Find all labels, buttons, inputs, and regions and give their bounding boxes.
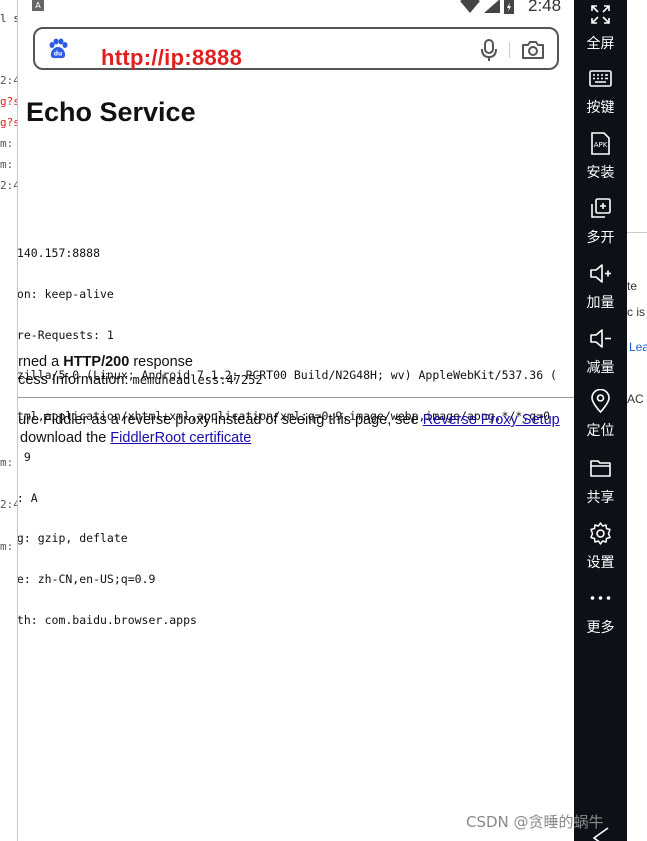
toolbar-label: 多开 (586, 230, 615, 246)
header-line: : 9 (23, 449, 31, 464)
divider (18, 397, 574, 398)
background-text: c is (627, 305, 645, 319)
status-time: 2:48 (528, 0, 562, 15)
watermark: CSDN @贪睡的蜗牛 (466, 813, 604, 831)
toolbar-more-button[interactable]: 更多 (574, 586, 627, 646)
toolbar-label: 更多 (586, 620, 615, 636)
svg-text:APK: APK (594, 141, 608, 149)
status-icons (460, 0, 514, 14)
toolbar-label: 全屏 (586, 36, 615, 52)
toolbar-fullscreen-button[interactable]: 全屏 (574, 2, 627, 62)
page-title: Echo Service (26, 97, 196, 127)
status-bar: A 2:48 (18, 0, 574, 18)
toolbar-label: 共享 (586, 490, 615, 506)
url-text[interactable]: http://ip:8888 (101, 45, 242, 71)
background-text: te (627, 279, 638, 293)
log-fragment: l s (0, 12, 18, 25)
phone-screen: A 2:48 du http://ip:8888 Echo Service .1… (18, 0, 574, 841)
apk-icon: APK (591, 132, 610, 155)
log-fragment: m: (0, 137, 14, 150)
header-line: 1 (18, 206, 557, 220)
header-line: ge: zh-CN,en-US;q=0.9 (18, 572, 156, 587)
background-right-window: te c is Lea AC (627, 0, 647, 841)
header-line: ith: com.baidu.browser.apps (18, 613, 197, 627)
signal-icon (484, 0, 500, 13)
toolbar-label: 安装 (586, 165, 615, 181)
fullscreen-icon (591, 5, 610, 24)
background-text: Lea (629, 340, 647, 354)
log-fragment: m: (0, 158, 14, 171)
svg-text:du: du (54, 51, 63, 58)
reverse-proxy-setup-link[interactable]: Reverse Proxy Setup (423, 412, 560, 428)
reverse-proxy-text: gure Fiddler as a reverse proxy instead … (18, 412, 423, 428)
toolbar-label: 按键 (586, 100, 615, 116)
keyboard-icon (589, 70, 612, 87)
process-label: ocess Information: (18, 372, 133, 388)
header-line: e: A (18, 490, 38, 505)
toolbar-label: 设置 (586, 555, 615, 571)
header-line: ion: keep-alive (18, 286, 114, 301)
wifi-icon (460, 0, 480, 13)
toolbar-location-button[interactable]: 定位 (574, 389, 627, 449)
address-bar-divider (509, 42, 510, 58)
location-icon (591, 389, 610, 414)
microphone-icon[interactable] (478, 38, 500, 62)
toolbar-settings-button[interactable]: 设置 (574, 521, 627, 581)
log-fragment: g?s (0, 95, 18, 108)
response-code: HTTP/200 (63, 354, 130, 370)
toolbar-multi-button[interactable]: 多开 (574, 196, 627, 256)
log-fragment: m: (0, 540, 14, 553)
multi-instance-icon (591, 198, 611, 218)
log-fragment: m: (0, 456, 14, 469)
background-log-window: l s 2:4 g?s g?s m: m: 2:4 m: 2:4 m: (0, 0, 18, 841)
response-prefix: urned a (18, 354, 60, 370)
header-line: ng: gzip, deflate (18, 531, 128, 546)
toolbar-label: 加量 (586, 295, 615, 311)
log-fragment: 2:4 (0, 74, 18, 87)
toolbar-share-button[interactable]: 共享 (574, 456, 627, 516)
toolbar-label: 减量 (586, 360, 615, 376)
toolbar-volume-up-button[interactable]: 加量 (574, 261, 627, 321)
battery-icon (504, 0, 514, 14)
header-line: ure-Requests: 1 (18, 327, 114, 342)
more-icon (590, 596, 611, 600)
baidu-logo-icon: du (49, 38, 68, 59)
folder-icon (590, 460, 611, 477)
fiddlerroot-certificate-link[interactable]: FiddlerRoot certificate (110, 430, 251, 446)
address-bar[interactable]: du http://ip:8888 (33, 27, 559, 70)
log-fragment: 2:4 (0, 498, 18, 511)
notification-icon: A (32, 0, 44, 11)
toolbar-keys-button[interactable]: 按键 (574, 66, 627, 126)
process-value: memuheadless:47252 (132, 373, 263, 387)
settings-icon (590, 522, 611, 545)
background-text: AC (627, 392, 644, 406)
volume-down-icon (590, 329, 611, 348)
toolbar-label: 定位 (586, 423, 615, 439)
toolbar-install-button[interactable]: APK 安装 (574, 131, 627, 191)
log-fragment: 2:4 (0, 179, 18, 192)
emulator-toolbar: 全屏 按键 APK 安装 多开 加量 减量 定位 共享 设置 更多 (574, 0, 627, 841)
header-line: .140.157:8888 (18, 245, 101, 260)
camera-icon[interactable] (521, 39, 545, 61)
toolbar-volume-down-button[interactable]: 减量 (574, 326, 627, 386)
reverse-proxy-note: gure Fiddler as a reverse proxy instead … (18, 412, 560, 428)
process-info-line: ocess Information: memuheadless:47252 (18, 372, 263, 388)
certificate-text: download the (20, 430, 111, 446)
log-fragment: g?s (0, 116, 18, 129)
response-suffix: response (129, 354, 193, 370)
response-status-line: urned a HTTP/200 response (18, 354, 193, 370)
certificate-note: download the FiddlerRoot certificate (20, 430, 251, 446)
volume-up-icon (590, 264, 611, 283)
